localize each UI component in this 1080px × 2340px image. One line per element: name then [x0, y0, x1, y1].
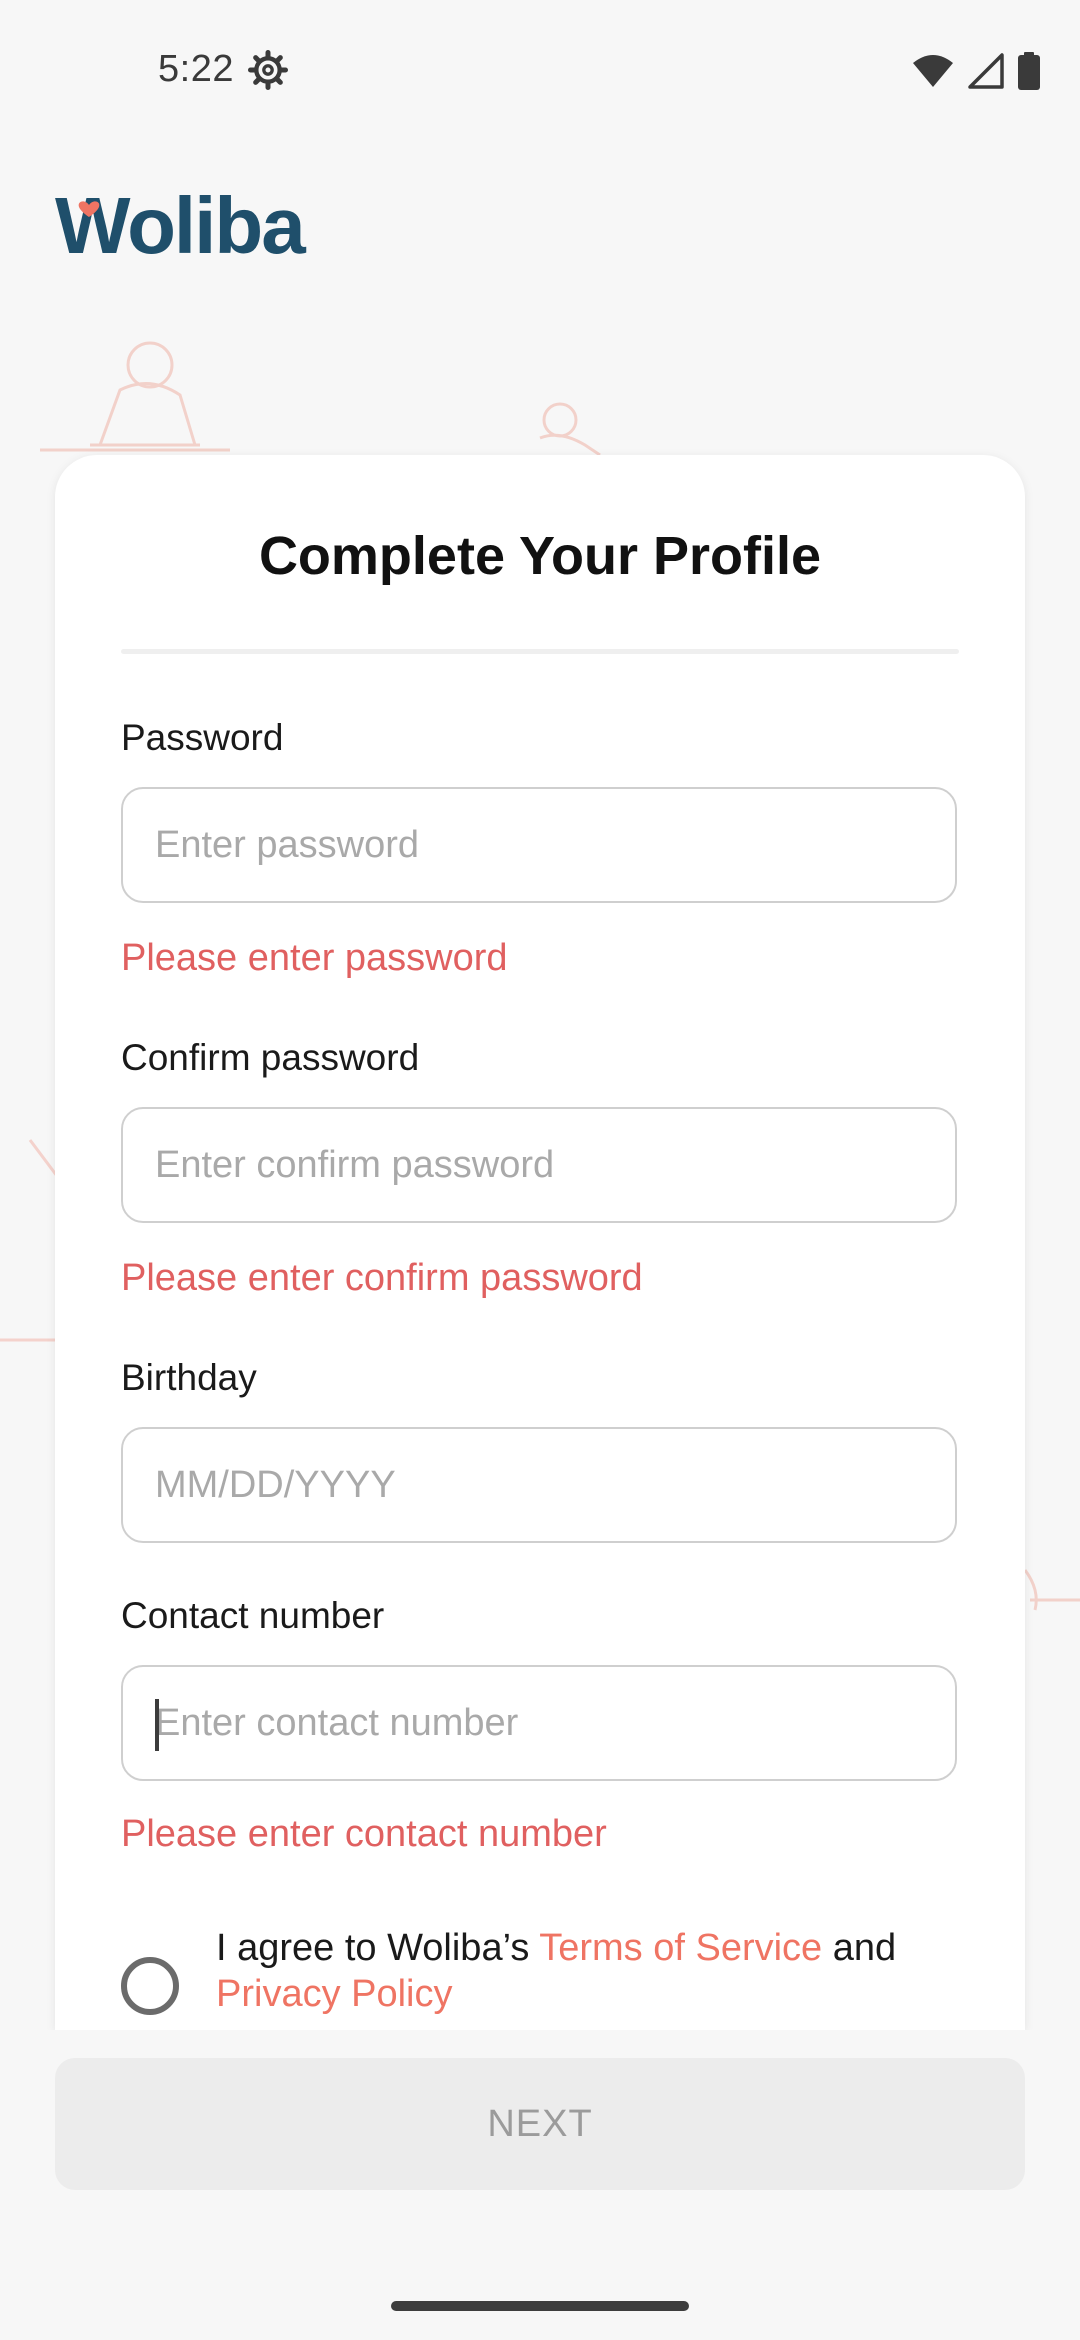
privacy-policy-link[interactable]: Privacy Policy	[216, 1973, 453, 2015]
agreement-prefix: I agree to Woliba’s	[216, 1927, 540, 1969]
contact-number-placeholder: Enter contact number	[155, 1702, 519, 1744]
agreement-text: I agree to Woliba’s Terms of Service and…	[216, 1925, 976, 2017]
confirm-password-input[interactable]: Enter confirm password	[121, 1107, 957, 1223]
confirm-password-error: Please enter confirm password	[121, 1257, 643, 1299]
contact-number-input[interactable]: Enter contact number	[121, 1665, 957, 1781]
svg-text:Woliba: Woliba	[55, 181, 306, 270]
birthday-placeholder: MM/DD/YYYY	[155, 1464, 396, 1506]
terms-of-service-link[interactable]: Terms of Service	[539, 1927, 822, 1969]
woliba-logo: Woliba	[55, 181, 308, 270]
text-cursor	[155, 1699, 159, 1751]
password-input[interactable]: Enter password	[121, 787, 957, 903]
birthday-label: Birthday	[121, 1357, 257, 1398]
cellular-signal-icon	[968, 53, 1004, 89]
confirm-password-label: Confirm password	[121, 1037, 420, 1078]
page-title: Complete Your Profile	[258, 526, 822, 586]
home-indicator[interactable]	[391, 2301, 689, 2311]
status-time: 5:22	[158, 48, 234, 90]
password-placeholder: Enter password	[155, 824, 420, 866]
agreement-middle: and	[822, 1927, 897, 1969]
confirm-password-placeholder: Enter confirm password	[155, 1144, 555, 1186]
status-bar: 5:22	[0, 0, 1080, 140]
password-label: Password	[121, 717, 284, 758]
birthday-input[interactable]: MM/DD/YYYY	[121, 1427, 957, 1543]
contact-number-error: Please enter contact number	[121, 1813, 607, 1855]
status-icons	[912, 52, 1040, 90]
wifi-icon	[913, 55, 953, 87]
profile-form-card: Complete Your Profile Password Enter pas…	[55, 455, 1025, 2030]
battery-icon	[1018, 52, 1040, 90]
title-divider	[121, 649, 959, 654]
next-button[interactable]: NEXT	[55, 2058, 1025, 2190]
contact-number-label: Contact number	[121, 1595, 385, 1636]
agree-radio-button[interactable]	[121, 1957, 179, 2015]
password-error: Please enter password	[121, 937, 508, 979]
settings-gear-icon	[248, 50, 288, 90]
